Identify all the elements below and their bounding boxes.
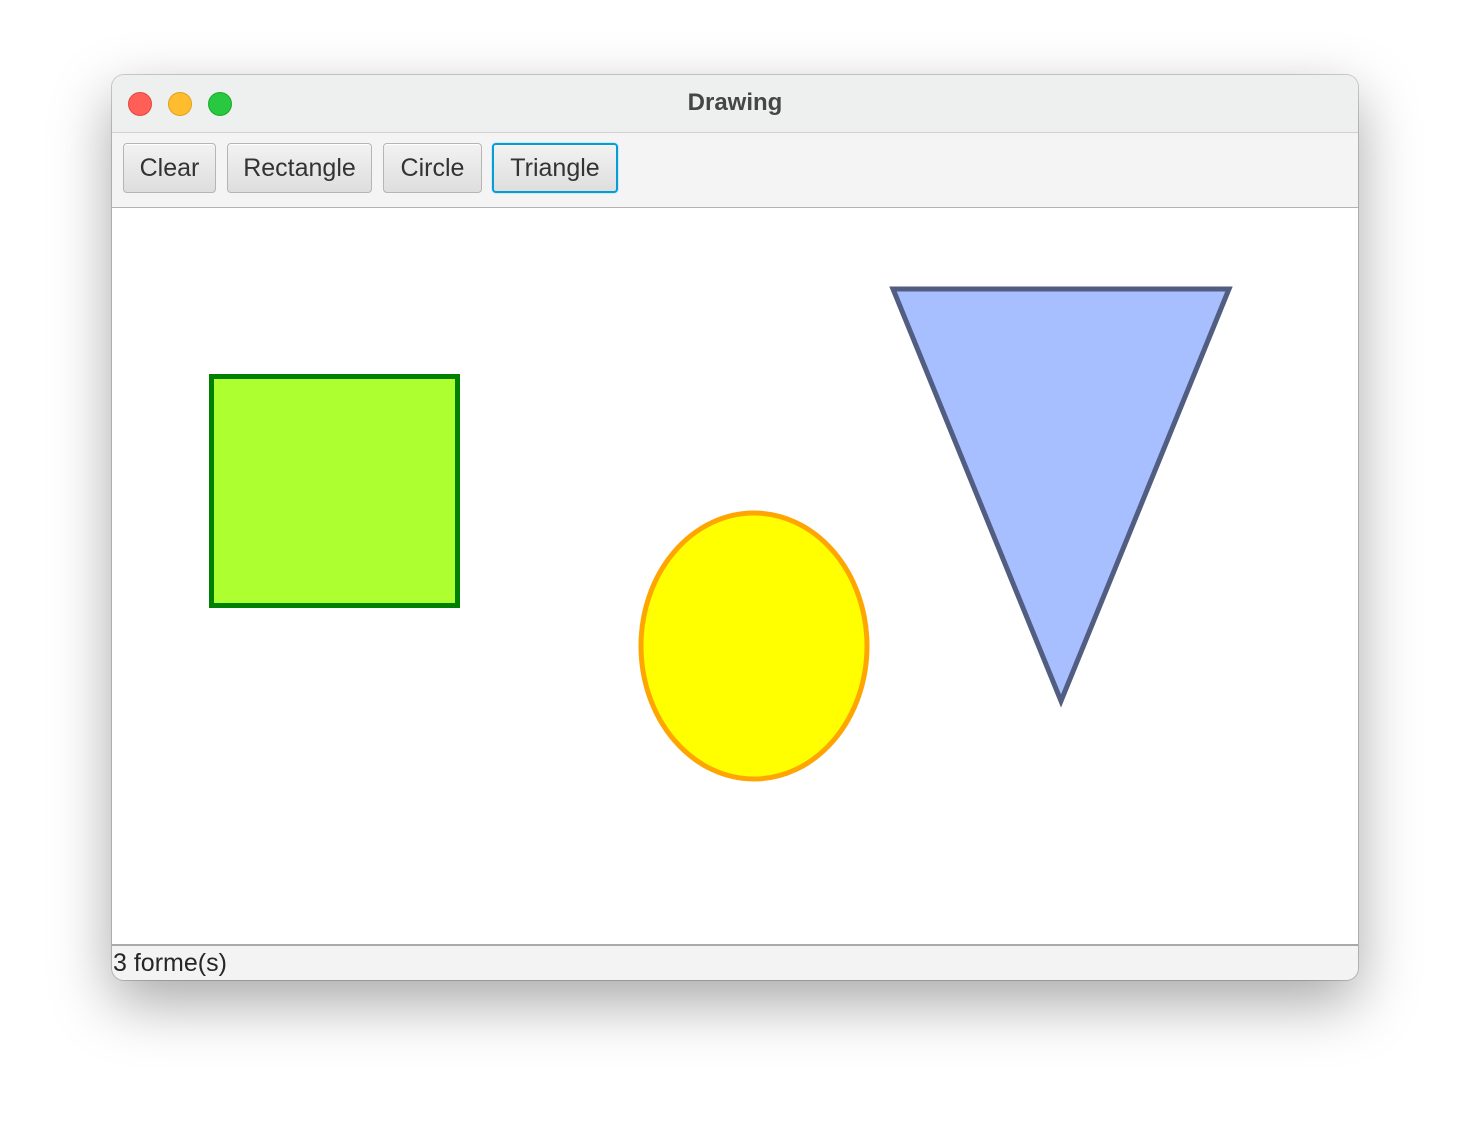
rectangle-button[interactable]: Rectangle — [227, 143, 372, 193]
clear-button[interactable]: Clear — [123, 143, 216, 193]
app-window: Drawing Clear Rectangle Circle Triangle … — [112, 75, 1358, 980]
status-bar: 3 forme(s) — [112, 944, 1358, 980]
triangle-button[interactable]: Triangle — [492, 143, 618, 193]
title-bar[interactable]: Drawing — [112, 75, 1358, 133]
rectangle-shape[interactable] — [209, 374, 460, 608]
canvas-svg — [209, 286, 1233, 782]
triangle-shape[interactable] — [889, 286, 1233, 708]
toolbar: Clear Rectangle Circle Triangle — [112, 133, 1358, 209]
circle-button[interactable]: Circle — [383, 143, 482, 193]
window-title: Drawing — [687, 89, 783, 116]
shape-count-label: 3 forme(s) — [113, 949, 227, 977]
ellipse-shape[interactable] — [638, 510, 870, 782]
drawing-canvas[interactable] — [112, 208, 1358, 944]
